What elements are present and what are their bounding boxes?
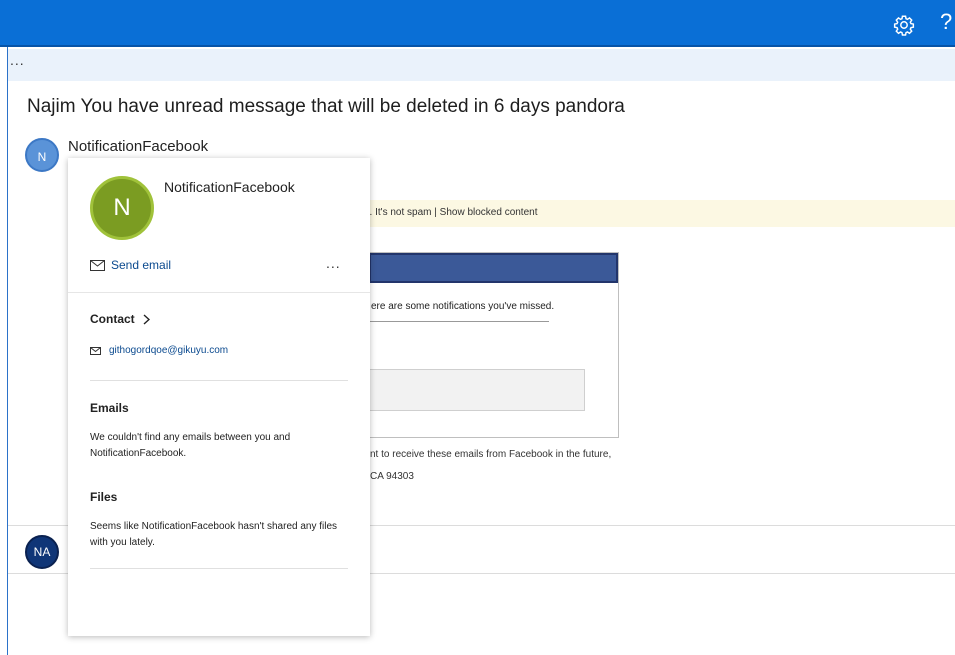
mail-icon <box>90 259 105 271</box>
emails-section-text: We couldn't find any emails between you … <box>90 432 291 459</box>
more-actions-button[interactable]: ... <box>10 52 25 68</box>
emails-section-title: Emails <box>90 401 129 415</box>
message-subject: Najim You have unread message that will … <box>27 96 625 117</box>
contact-section-link[interactable]: Contact <box>90 312 150 326</box>
banner-text[interactable]: ays. It's not spam | Show blocked conten… <box>354 207 538 218</box>
files-section-title: Files <box>90 490 118 504</box>
gear-icon[interactable] <box>893 14 915 36</box>
card-more-button[interactable]: ... <box>326 255 341 271</box>
mail-icon <box>90 346 101 355</box>
second-sender-avatar[interactable]: NA <box>25 535 59 569</box>
footer-text-line2: CA 94303 <box>370 471 414 482</box>
help-icon[interactable]: ? <box>940 9 952 35</box>
footer-text-line1: nt to receive these emails from Facebook… <box>370 449 612 460</box>
contact-avatar: N <box>90 176 154 240</box>
card-divider-files <box>90 568 348 569</box>
send-email-label: Send email <box>111 258 172 272</box>
body-text-missed: ere are some notifications you've missed… <box>371 301 555 312</box>
contact-email-link[interactable]: githogordqoe@gikuyu.com <box>90 345 228 356</box>
email-body: ere are some notifications you've missed… <box>368 252 619 438</box>
contact-name: NotificationFacebook <box>164 179 295 195</box>
facebook-header-bar <box>369 253 618 283</box>
send-email-button[interactable]: Send email <box>90 258 171 272</box>
files-section-text: Seems like NotificationFacebook hasn't s… <box>90 521 338 548</box>
contact-email-address: githogordqoe@gikuyu.com <box>109 345 229 356</box>
card-divider-contact <box>90 380 348 381</box>
body-button-placeholder[interactable] <box>369 369 585 411</box>
chevron-right-icon <box>143 313 150 325</box>
top-app-bar: ? <box>0 0 955 47</box>
left-border-line <box>7 47 8 655</box>
command-bar: ... <box>8 49 955 81</box>
sender-avatar[interactable]: N <box>25 138 59 172</box>
body-divider <box>369 321 549 322</box>
contact-card-popup: N NotificationFacebook Send email ... Co… <box>68 158 370 636</box>
contact-section-title: Contact <box>90 312 135 326</box>
sender-name[interactable]: NotificationFacebook <box>68 138 208 155</box>
card-divider-top <box>68 292 370 293</box>
